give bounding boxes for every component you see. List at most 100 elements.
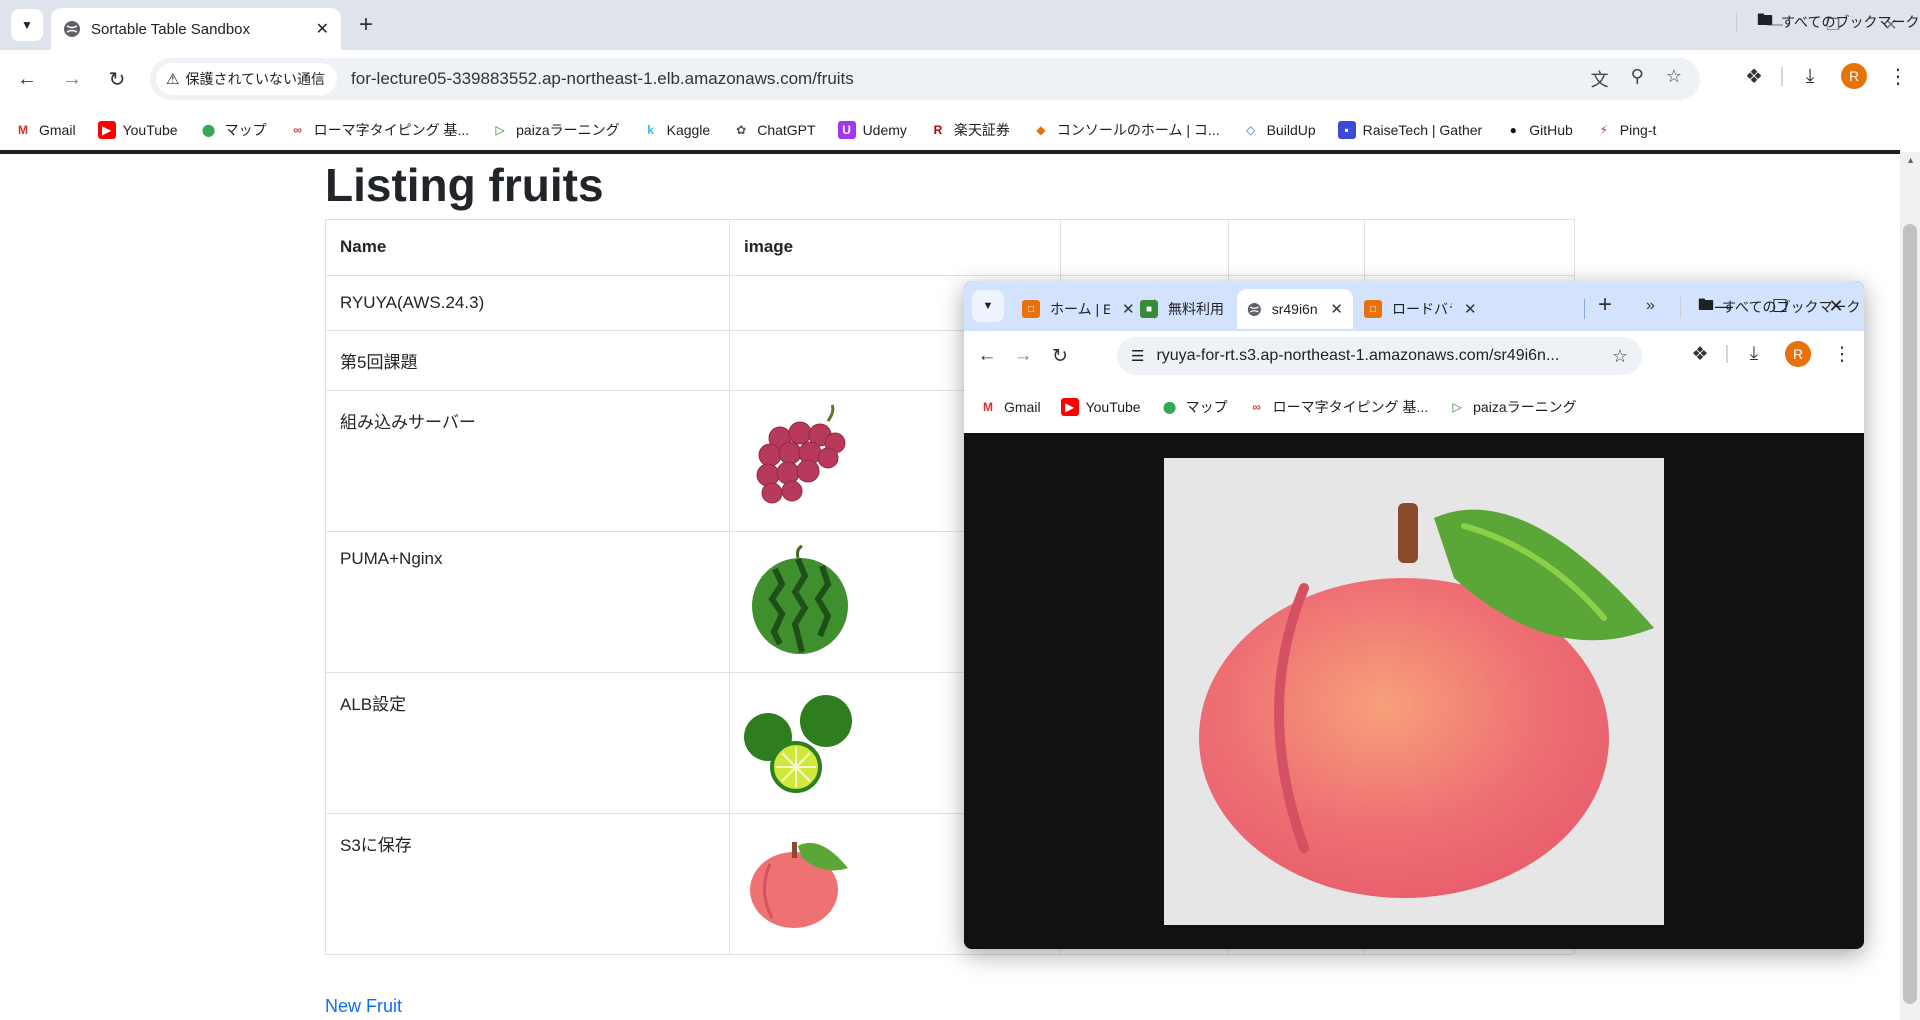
bookmark-[interactable]: R 楽天証券 [928,120,1010,140]
reload-button[interactable]: ↻ [1045,341,1075,371]
scrollbar-thumb[interactable] [1903,224,1917,1004]
fruit-name-cell: 第5回課題 [325,330,730,391]
bookmark-star-icon[interactable]: ☆ [1612,346,1628,367]
bookmark-[interactable]: ◆ コンソールのホーム | コ... [1031,120,1220,140]
back-button[interactable]: ← [972,341,1002,371]
security-chip[interactable]: ⚠ 保護されていない通信 [156,63,338,95]
bookmark-label: paizaラーニング [1473,399,1577,415]
scroll-up-icon[interactable]: ▲ [1906,155,1915,165]
typing-icon: ∞ [288,121,307,139]
bookmark-udemy[interactable]: U Udemy [837,121,907,139]
bookmark-label: ローマ字タイピング 基... [313,122,470,138]
bookmark-paiza[interactable]: ▷ paizaラーニング [491,120,620,140]
more-bookmarks-icon[interactable]: » [1646,297,1655,315]
translate-icon[interactable]: 文 [1591,66,1609,92]
address-bar[interactable]: ⚠ 保護されていない通信 for-lecture05-339883552.ap-… [150,58,1700,100]
popup-tab-active[interactable]: sr49i6n ✕ [1237,289,1353,329]
avatar: R [1785,341,1811,367]
bookmark-label: BuildUp [1266,122,1316,138]
download-icon[interactable]: ⤓ [1788,65,1832,88]
free-tier-icon: ■ [1140,300,1158,318]
tab-search-button[interactable]: ▼ [972,290,1004,322]
back-button[interactable]: ← [11,63,43,95]
tab-search-button[interactable]: ▼ [11,9,43,41]
tab-title: Sortable Table Sandbox [91,20,251,38]
gmail-icon: M [979,398,997,416]
column-header-image[interactable]: image [729,219,1061,276]
bookmark-label: 楽天証券 [953,122,1010,138]
download-icon[interactable]: ⤓ [1732,343,1776,365]
close-tab-icon[interactable]: ✕ [1330,300,1343,318]
close-tab-icon[interactable]: ✕ [316,19,329,39]
fruit-name-cell: ALB設定 [325,672,730,814]
toolbar-right: ❖ | ⤓ R ⋮ [1678,341,1864,367]
new-tab-button[interactable]: + [1598,291,1612,319]
peach-illustration [1199,503,1654,898]
popup-browser-window: ▼ □ ホーム | E ✕ ■ 無料利用 ✕ sr49i6n ✕ □ ロードバラ… [964,281,1864,949]
bookmark-label: YouTube [1085,399,1141,415]
security-label: 保護されていない通信 [185,71,326,87]
address-bar[interactable]: ☰ ryuya-for-rt.s3.ap-northeast-1.amazona… [1117,337,1642,375]
github-icon: ● [1504,121,1523,139]
column-header-name[interactable]: Name [325,219,730,276]
tab-strip: ▼ Sortable Table Sandbox ✕ + — ❐ ✕ [0,0,1920,50]
youtube-icon: ▶ [1060,398,1079,416]
bookmark-gmail[interactable]: M Gmail [979,398,1041,416]
zoom-icon[interactable]: ⚲ [1631,66,1644,92]
extensions-icon[interactable]: ❖ [1732,64,1776,89]
reload-button[interactable]: ↻ [101,63,133,95]
warning-icon: ⚠ [166,71,180,88]
bookmark-star-icon[interactable]: ☆ [1666,66,1682,92]
divider [1736,12,1737,32]
bookmark-chatgpt[interactable]: ✿ ChatGPT [732,121,816,139]
popup-bookmarks-bar: M Gmail ▶ YouTube ⬤ マップ ∞ ローマ字タイピング 基... ▷ paizaラ… [964,381,1864,433]
popup-tab-home[interactable]: □ ホーム | E ✕ [1012,289,1145,329]
bookmark-raisetech-gather[interactable]: ▪ RaiseTech | Gather [1337,121,1483,139]
bookmark-label: マップ [224,122,267,138]
bookmark-ping-t[interactable]: ⚡ Ping-t [1594,121,1657,139]
bookmark-label: RaiseTech | Gather [1362,122,1483,138]
popup-toolbar: ← → ↻ ☰ ryuya-for-rt.s3.ap-northeast-1.a… [964,331,1864,381]
bookmark-github[interactable]: ● GitHub [1504,121,1573,139]
bookmark-[interactable]: ∞ ローマ字タイピング 基... [288,120,470,140]
bookmark-gmail[interactable]: M Gmail [14,121,76,139]
new-fruit-link[interactable]: New Fruit [325,996,402,1017]
gmail-icon: M [14,121,32,139]
new-tab-button[interactable]: + [352,11,380,39]
divider [1680,297,1681,317]
profile-button[interactable]: R [1776,341,1820,367]
all-bookmarks-button[interactable]: 🖿 すべてのブックマーク [1698,281,1860,333]
bookmark-label: ローマ字タイピング 基... [1272,399,1429,415]
peach-image [1164,458,1664,925]
forward-button[interactable]: → [56,63,88,95]
popup-tab-label: ホーム | E [1050,301,1110,317]
profile-button[interactable]: R [1832,63,1876,89]
menu-icon[interactable]: ⋮ [1820,343,1864,366]
bookmark-paiza[interactable]: ▷ paizaラーニング [1448,397,1577,417]
bookmark-label: Kaggle [666,122,711,138]
menu-icon[interactable]: ⋮ [1876,64,1920,89]
site-settings-icon[interactable]: ☰ [1131,347,1144,365]
bookmark-[interactable]: ⬤ マップ [199,120,267,140]
omnibox-actions: 文 ⚲ ☆ [1591,66,1682,92]
bookmark-kaggle[interactable]: k Kaggle [641,121,711,139]
bookmark-youtube[interactable]: ▶ YouTube [1060,398,1141,416]
folder-icon: 🖿 [1757,11,1774,29]
bookmark-youtube[interactable]: ▶ YouTube [97,121,178,139]
bookmark-[interactable]: ⬤ マップ [1160,397,1228,417]
extensions-icon[interactable]: ❖ [1678,343,1722,366]
bookmark-[interactable]: ∞ ローマ字タイピング 基... [1247,397,1429,417]
url-text[interactable]: for-lecture05-339883552.ap-northeast-1.e… [351,69,1591,89]
folder-icon: 🖿 [1698,296,1715,314]
page-title: Listing fruits [325,159,604,211]
forward-button[interactable]: → [1008,341,1038,371]
all-bookmarks-label: すべてのブックマーク [1722,299,1861,315]
close-tab-icon[interactable]: ✕ [1464,300,1477,318]
popup-tab-lb[interactable]: □ ロードバラ ✕ [1354,289,1487,329]
bookmark-label: マップ [1185,399,1228,415]
bookmark-buildup[interactable]: ◇ BuildUp [1241,121,1316,139]
url-text[interactable]: ryuya-for-rt.s3.ap-northeast-1.amazonaws… [1156,347,1611,365]
tab-sortable-table[interactable]: Sortable Table Sandbox ✕ [51,8,341,50]
all-bookmarks-button[interactable]: 🖿 すべてのブックマーク [1757,0,1919,44]
bookmark-label: Ping-t [1619,122,1657,138]
